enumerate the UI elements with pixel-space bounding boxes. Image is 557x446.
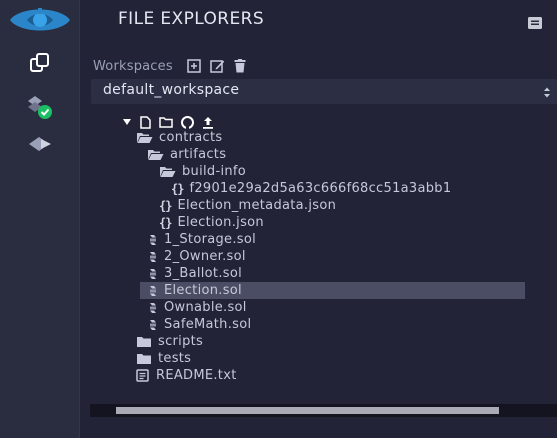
file-label: 2_Owner.sol	[164, 249, 246, 264]
tree-file-election-sol[interactable]: Election.sol	[80, 282, 557, 299]
remix-logo-icon[interactable]	[0, 4, 79, 36]
folder-open-icon	[136, 132, 153, 144]
folder-label: artifacts	[170, 147, 227, 162]
tree-file-ballot[interactable]: 3_Ballot.sol	[80, 265, 557, 282]
folder-label: scripts	[158, 334, 204, 349]
folder-open-icon	[159, 166, 176, 178]
folder-label: tests	[158, 351, 192, 366]
folder-icon	[136, 336, 152, 348]
file-label: f2901e29a2d5a63c666f68cc51a3abb1	[189, 181, 452, 196]
file-label: SafeMath.sol	[164, 317, 252, 332]
file-label: 3_Ballot.sol	[164, 266, 243, 281]
tree-file-build-info-json[interactable]: {} f2901e29a2d5a63c666f68cc51a3abb1	[80, 180, 557, 197]
solidity-file-icon	[148, 285, 158, 297]
scrollbar-thumb[interactable]	[116, 407, 499, 414]
tree-file-readme[interactable]: README.txt	[80, 367, 557, 384]
file-label: Ownable.sol	[164, 300, 247, 315]
tree-folder-scripts[interactable]: scripts	[80, 333, 557, 350]
tree-file-ownable[interactable]: Ownable.sol	[80, 299, 557, 316]
tree-folder-build-info[interactable]: build-info	[80, 163, 557, 180]
file-tree: contracts artifacts build-info {} f2901e…	[80, 0, 557, 438]
solidity-file-icon	[148, 319, 158, 331]
file-label: 1_Storage.sol	[164, 232, 257, 247]
folder-icon	[136, 353, 152, 365]
file-explorer-panel: FILE EXPLORERS Workspaces default_worksp…	[80, 0, 557, 438]
solidity-compiler-icon[interactable]	[0, 94, 79, 120]
json-file-icon: {}	[171, 181, 184, 196]
deploy-run-icon[interactable]	[0, 134, 79, 154]
json-file-icon: {}	[159, 198, 172, 213]
remix-ide-window: FILE EXPLORERS Workspaces default_worksp…	[0, 0, 557, 438]
horizontal-scrollbar[interactable]	[90, 404, 557, 417]
solidity-file-icon	[148, 302, 158, 314]
tree-folder-artifacts[interactable]: artifacts	[80, 146, 557, 163]
solidity-file-icon	[148, 234, 158, 246]
solidity-file-icon	[148, 251, 158, 263]
folder-open-icon	[147, 149, 164, 161]
file-label: README.txt	[156, 368, 237, 383]
tree-folder-tests[interactable]: tests	[80, 350, 557, 367]
file-label: Election.json	[177, 215, 264, 230]
tree-file-owner[interactable]: 2_Owner.sol	[80, 248, 557, 265]
solidity-file-icon	[148, 268, 158, 280]
tree-file-election-json[interactable]: {} Election.json	[80, 214, 557, 231]
file-label: Election.sol	[164, 283, 242, 298]
text-file-icon	[136, 369, 150, 382]
tree-file-safemath[interactable]: SafeMath.sol	[80, 316, 557, 333]
folder-label: build-info	[182, 164, 247, 179]
files-icon[interactable]	[0, 53, 79, 73]
file-label: Election_metadata.json	[177, 198, 337, 213]
json-file-icon: {}	[159, 215, 172, 230]
tree-file-election-metadata[interactable]: {} Election_metadata.json	[80, 197, 557, 214]
tree-file-storage[interactable]: 1_Storage.sol	[80, 231, 557, 248]
icon-bar	[0, 0, 80, 438]
tree-folder-contracts[interactable]: contracts	[80, 129, 557, 146]
folder-label: contracts	[159, 130, 223, 145]
